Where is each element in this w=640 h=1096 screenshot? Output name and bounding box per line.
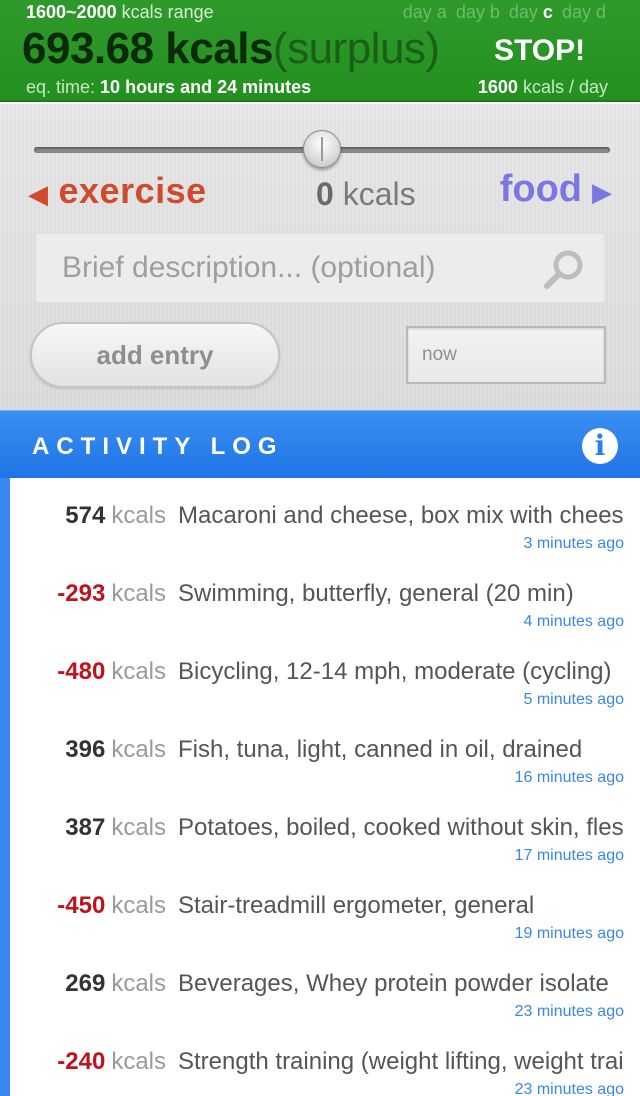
kcal-slider-thumb[interactable] (303, 130, 341, 168)
arrow-left-icon: ◀ (28, 179, 49, 209)
food-button[interactable]: food ▶ (500, 168, 612, 211)
exercise-label: exercise (58, 170, 207, 211)
search-icon[interactable] (542, 248, 586, 292)
eq-time-value: 10 hours and 24 minutes (100, 77, 312, 97)
entry-time: 16 minutes ago (514, 769, 624, 786)
entry-kcal-value: 387 (65, 814, 106, 841)
entry-description: Swimming, butterfly, general (20 min) (178, 580, 574, 607)
stop-label: STOP! (494, 34, 586, 67)
exercise-button[interactable]: ◀ exercise (28, 170, 207, 212)
entry-kcal: 574 kcals (65, 502, 166, 530)
entry-time: 3 minutes ago (523, 535, 624, 552)
entry-description: Stair-treadmill ergometer, general (178, 892, 535, 919)
entry-time-field[interactable]: now (406, 326, 606, 384)
entry-kcal-unit: kcals (111, 970, 166, 997)
entry-time: 17 minutes ago (514, 847, 624, 864)
slider-value: 0 kcals (316, 176, 416, 213)
day-tab-b[interactable]: day b (456, 2, 500, 23)
daily-target: 1600 kcals / day (478, 77, 608, 98)
entry-description: Fish, tuna, light, canned in oil, draine… (178, 736, 583, 763)
day-selector: day a day b day c day d (403, 2, 606, 23)
eq-time-label: eq. time: (26, 77, 96, 97)
log-entry[interactable]: 574 kcals Macaroni and cheese, box mix wi… (10, 478, 640, 556)
description-input[interactable] (36, 234, 536, 302)
entry-kcal: -450 kcals (57, 892, 166, 920)
entry-kcal-unit: kcals (111, 658, 166, 685)
entry-kcal-unit: kcals (111, 892, 166, 919)
daily-target-suffix: kcals / day (522, 77, 608, 97)
log-entry[interactable]: -450 kcals Stair-treadmill ergometer, gen… (10, 868, 640, 946)
log-entry[interactable]: 269 kcals Beverages, Whey protein powder … (10, 946, 640, 1024)
entry-time: 23 minutes ago (514, 1081, 624, 1096)
day-tab-c[interactable]: day c (509, 2, 553, 23)
log-entry[interactable]: -240 kcals Strength training (weight lift… (10, 1024, 640, 1096)
equivalent-time: eq. time: 10 hours and 24 minutes (26, 77, 311, 98)
entry-kcal-unit: kcals (111, 736, 166, 763)
entry-kcal-unit: kcals (111, 580, 166, 607)
log-entry[interactable]: 387 kcals Potatoes, boiled, cooked withou… (10, 790, 640, 868)
log-entry[interactable]: -293 kcals Swimming, butterfly, general (… (10, 556, 640, 634)
kcal-balance: 693.68 kcals(surplus) (22, 24, 440, 74)
entry-kcal-value: -480 (57, 658, 106, 685)
add-entry-button[interactable]: add entry (30, 322, 280, 388)
slider-value-number: 0 (316, 176, 334, 212)
kcal-range-suffix: kcals range (121, 2, 214, 22)
food-label: food (499, 168, 582, 210)
activity-log-header: ACTIVITY LOG i (0, 410, 640, 478)
kcal-balance-value: 693.68 kcals (22, 24, 273, 73)
entry-description: Macaroni and cheese, box mix with cheese… (178, 502, 624, 529)
entry-kcal-unit: kcals (111, 502, 166, 529)
kcal-balance-state: (surplus) (272, 24, 440, 73)
entry-kcal-value: -450 (57, 892, 106, 919)
info-icon[interactable]: i (582, 428, 618, 464)
entry-description: Beverages, Whey protein powder isolate (178, 970, 609, 997)
arrow-right-icon: ▶ (592, 177, 612, 207)
day-tab-d[interactable]: day d (562, 2, 606, 23)
entry-kcal-unit: kcals (111, 1048, 166, 1075)
entry-description: Strength training (weight lifting, weigh… (178, 1048, 624, 1075)
entry-kcal-value: 574 (65, 502, 106, 529)
entry-kcal: -293 kcals (57, 580, 166, 608)
status-header: 1600~2000 kcals range day a day b day c … (0, 0, 640, 102)
kcal-range-value: 1600~2000 (26, 2, 117, 22)
activity-log-list: 574 kcals Macaroni and cheese, box mix wi… (0, 478, 640, 1096)
entry-kcal: 387 kcals (65, 814, 166, 842)
entry-kcal-value: -293 (57, 580, 106, 607)
entry-description: Bicycling, 12-14 mph, moderate (cycling) (178, 658, 612, 685)
kcal-range: 1600~2000 kcals range (26, 2, 214, 23)
entry-time: 4 minutes ago (523, 613, 624, 630)
entry-time: 5 minutes ago (523, 691, 624, 708)
entry-kcal: -240 kcals (57, 1048, 166, 1076)
entry-time: 23 minutes ago (514, 1003, 624, 1020)
log-entry[interactable]: -480 kcals Bicycling, 12-14 mph, moderate… (10, 634, 640, 712)
entry-description: Potatoes, boiled, cooked without skin, f… (178, 814, 624, 841)
entry-controls: ◀ exercise 0 kcals food ▶ add entry now (0, 104, 640, 410)
log-entry[interactable]: 396 kcals Fish, tuna, light, canned in oi… (10, 712, 640, 790)
daily-target-value: 1600 (477, 77, 518, 97)
entry-kcal-value: -240 (57, 1048, 106, 1075)
entry-kcal: -480 kcals (57, 658, 166, 686)
slider-value-unit: kcals (342, 176, 416, 212)
entry-kcal-unit: kcals (111, 814, 166, 841)
activity-log-title: ACTIVITY LOG (32, 433, 284, 460)
description-box (36, 234, 604, 302)
entry-kcal-value: 269 (65, 970, 106, 997)
entry-kcal: 269 kcals (65, 970, 166, 998)
entry-kcal: 396 kcals (65, 736, 166, 764)
entry-time: 19 minutes ago (514, 925, 624, 942)
day-tab-a[interactable]: day a (403, 2, 447, 23)
entry-kcal-value: 396 (65, 736, 106, 763)
